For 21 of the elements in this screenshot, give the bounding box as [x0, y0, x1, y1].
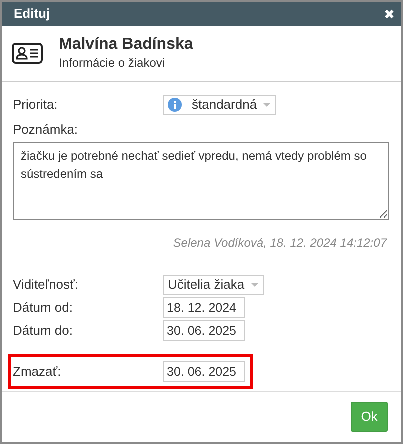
caret-icon: [263, 102, 272, 106]
note-field[interactable]: žiačku je potrebné nechať sedieť vpredu, nemá vtedy problém so sústredením sa: [13, 142, 389, 220]
field-label: Priorita:: [13, 96, 59, 114]
field-label: Viditeľnosť:: [13, 276, 80, 294]
id-card-icon: [12, 43, 43, 64]
priority-select[interactable]: štandardná: [163, 94, 276, 114]
date-field[interactable]: 30. 06. 2025: [163, 361, 245, 382]
date-field[interactable]: 18. 12. 2024: [163, 297, 245, 318]
caret-icon: [250, 282, 259, 286]
date-field[interactable]: 30. 06. 2025: [163, 320, 245, 341]
field-label: Dátum do:: [13, 322, 74, 340]
field-label: Zmazať:: [13, 362, 62, 381]
field-label: Dátum od:: [13, 298, 74, 317]
close-button[interactable]: ✖: [384, 8, 395, 20]
dialog-title: Edituj: [14, 5, 50, 24]
author-timestamp: Selena Vodíková, 18. 12. 2024 14:12:07: [172, 235, 387, 252]
student-name: Malvína Badínska: [59, 34, 194, 54]
subtitle: Informácie o žiakovi: [59, 55, 166, 72]
field-label: Poznámka:: [13, 120, 80, 139]
visibility-select[interactable]: Učitelia žiaka: [163, 274, 264, 294]
info-icon: [168, 98, 182, 112]
